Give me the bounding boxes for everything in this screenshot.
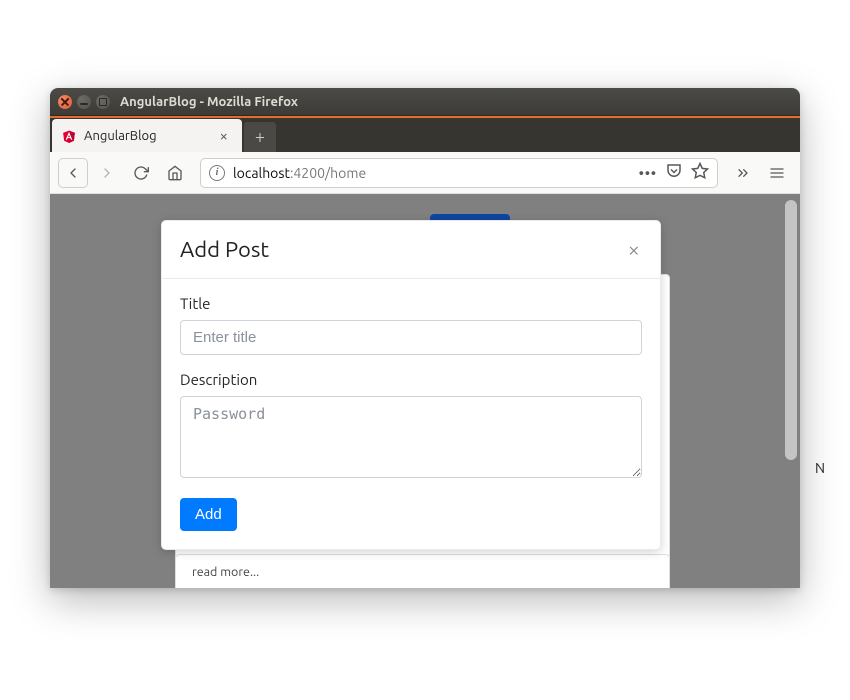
description-textarea[interactable] bbox=[180, 396, 642, 478]
page-actions-button[interactable]: ••• bbox=[639, 165, 657, 181]
title-label: Title bbox=[180, 295, 642, 312]
scrollbar[interactable] bbox=[785, 200, 797, 582]
overflow-menu-button[interactable] bbox=[728, 158, 758, 188]
tab-strip: AngularBlog × + bbox=[50, 116, 800, 152]
window-titlebar: AngularBlog - Mozilla Firefox bbox=[50, 88, 800, 116]
tab-close-button[interactable]: × bbox=[216, 128, 232, 143]
window-close-button[interactable] bbox=[58, 95, 72, 109]
forward-button[interactable] bbox=[92, 158, 122, 188]
site-info-icon[interactable]: i bbox=[209, 165, 225, 181]
window-title: AngularBlog - Mozilla Firefox bbox=[120, 95, 298, 109]
read-more-link[interactable]: read more... bbox=[192, 565, 259, 579]
window-minimize-button[interactable] bbox=[77, 95, 91, 109]
cropped-overflow-text: N bbox=[815, 460, 825, 476]
url-text: localhost:4200/home bbox=[233, 165, 366, 181]
firefox-window: AngularBlog - Mozilla Firefox AngularBlo… bbox=[50, 88, 800, 588]
new-tab-button[interactable]: + bbox=[244, 122, 276, 152]
address-bar[interactable]: i localhost:4200/home ••• bbox=[200, 158, 718, 188]
angular-favicon-icon bbox=[62, 129, 76, 143]
hamburger-menu-button[interactable] bbox=[762, 158, 792, 188]
browser-tab[interactable]: AngularBlog × bbox=[52, 119, 242, 152]
back-button[interactable] bbox=[58, 158, 88, 188]
scrollbar-thumb[interactable] bbox=[785, 200, 797, 460]
post-card-readmore[interactable]: read more... bbox=[175, 554, 670, 588]
bookmark-star-icon[interactable] bbox=[691, 162, 709, 183]
nav-toolbar: i localhost:4200/home ••• bbox=[50, 152, 800, 194]
modal-header: Add Post × bbox=[162, 221, 660, 279]
modal-close-button[interactable]: × bbox=[626, 239, 642, 261]
reload-button[interactable] bbox=[126, 158, 156, 188]
modal-body: Title Description Add bbox=[162, 279, 660, 549]
add-button[interactable]: Add bbox=[180, 498, 237, 531]
home-button[interactable] bbox=[160, 158, 190, 188]
pocket-icon[interactable] bbox=[665, 162, 683, 183]
window-maximize-button[interactable] bbox=[96, 95, 110, 109]
tab-title: AngularBlog bbox=[84, 129, 157, 143]
page-viewport: read more... Add Post × Title Descrip bbox=[50, 194, 800, 588]
title-input[interactable] bbox=[180, 320, 642, 355]
description-label: Description bbox=[180, 371, 642, 388]
modal-title: Add Post bbox=[180, 237, 269, 262]
add-post-modal: Add Post × Title Description Add bbox=[161, 220, 661, 550]
